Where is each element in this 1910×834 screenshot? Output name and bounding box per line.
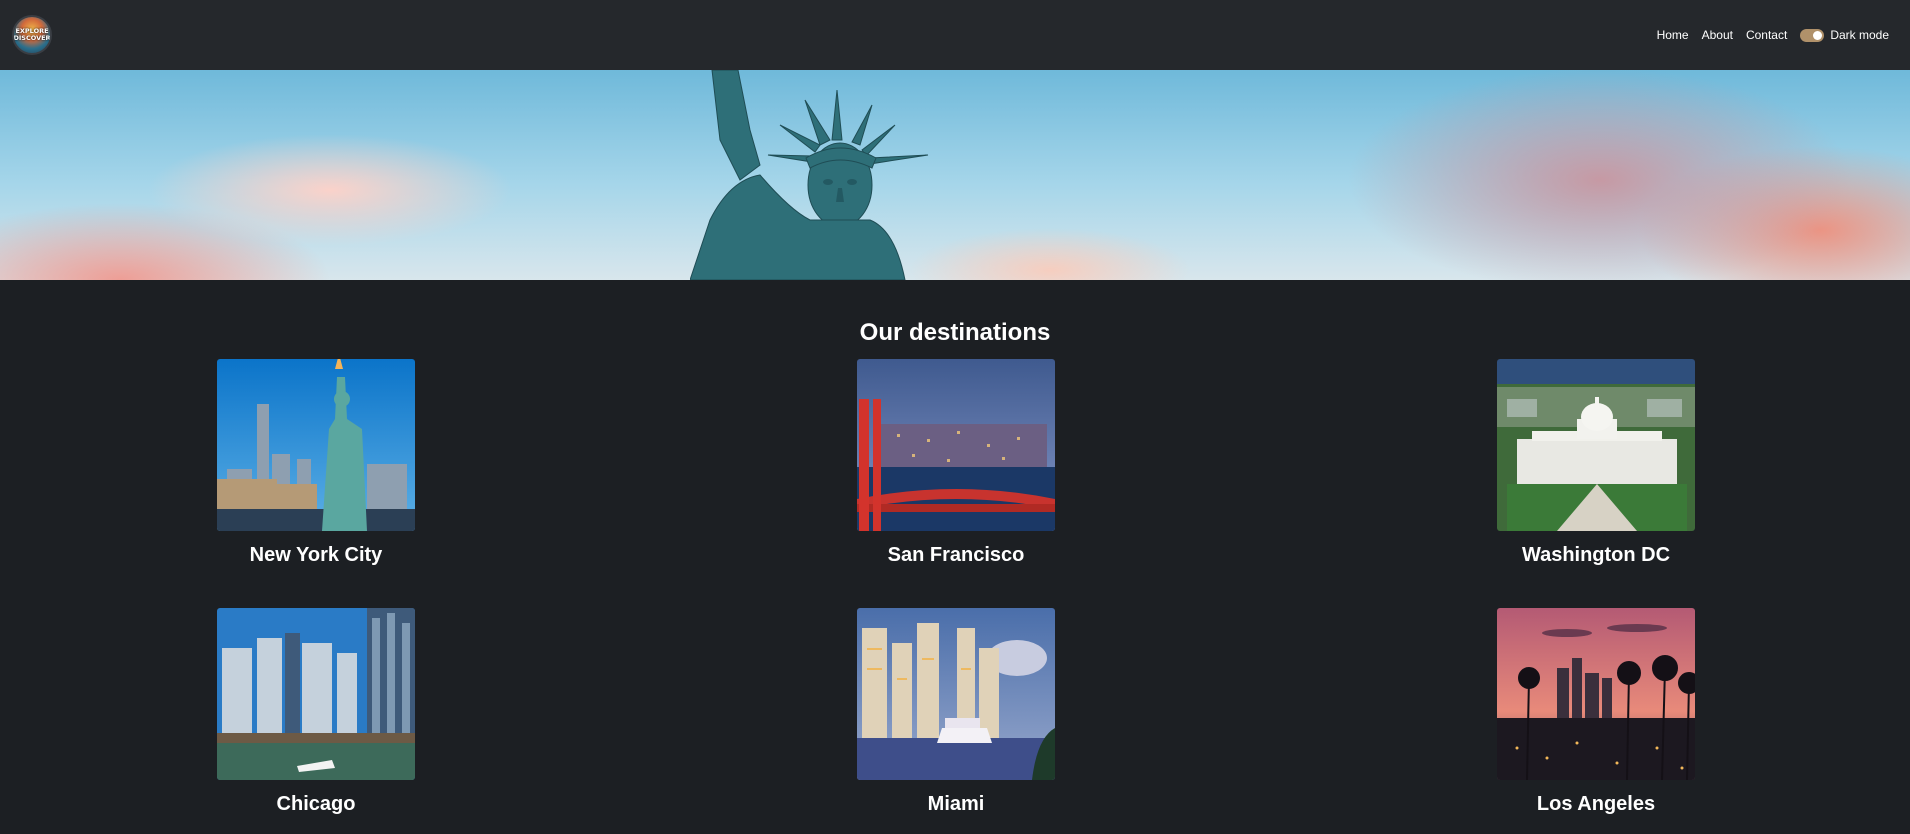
destination-name: San Francisco xyxy=(887,544,1025,566)
logo-text-2: DISCOVER xyxy=(13,34,51,42)
site-logo[interactable]: EXPLORE DISCOVER xyxy=(12,15,52,55)
destinations-grid: New York City San Francisco Washington D… xyxy=(0,347,1910,815)
nav-link-contact[interactable]: Contact xyxy=(1746,28,1787,42)
dark-mode-label: Dark mode xyxy=(1830,28,1889,42)
destination-name: New York City xyxy=(249,544,383,566)
destination-name: Washington DC xyxy=(1521,544,1671,566)
page-title: Our destinations xyxy=(859,319,1051,346)
nav-link-home[interactable]: Home xyxy=(1657,28,1689,42)
destination-image-washington-dc[interactable] xyxy=(1497,359,1695,531)
destination-card: New York City xyxy=(217,359,415,567)
destination-image-san-francisco[interactable] xyxy=(857,359,1055,531)
destination-card: Los Angeles xyxy=(1497,608,1695,816)
destination-image-chicago[interactable] xyxy=(217,608,415,780)
destination-card: Chicago xyxy=(217,608,415,816)
destination-card: Miami xyxy=(857,608,1055,816)
destination-name: Chicago xyxy=(276,793,356,815)
destination-card: Washington DC xyxy=(1497,359,1695,567)
statue-of-liberty-image xyxy=(690,70,929,280)
hero-banner xyxy=(0,70,1910,280)
dark-mode-switch: Dark mode xyxy=(1800,28,1889,42)
destination-name: Los Angeles xyxy=(1536,793,1656,815)
destination-card: San Francisco xyxy=(857,359,1055,567)
destination-image-miami[interactable] xyxy=(857,608,1055,780)
destination-name: Miami xyxy=(927,793,985,815)
nav-links: Home About Contact Dark mode xyxy=(1644,28,1889,42)
navbar: EXPLORE DISCOVER Home About Contact Dark… xyxy=(0,0,1910,70)
dark-mode-toggle[interactable] xyxy=(1800,28,1825,42)
destination-image-los-angeles[interactable] xyxy=(1497,608,1695,780)
nav-link-about[interactable]: About xyxy=(1702,28,1733,42)
destination-image-new-york[interactable] xyxy=(217,359,415,531)
